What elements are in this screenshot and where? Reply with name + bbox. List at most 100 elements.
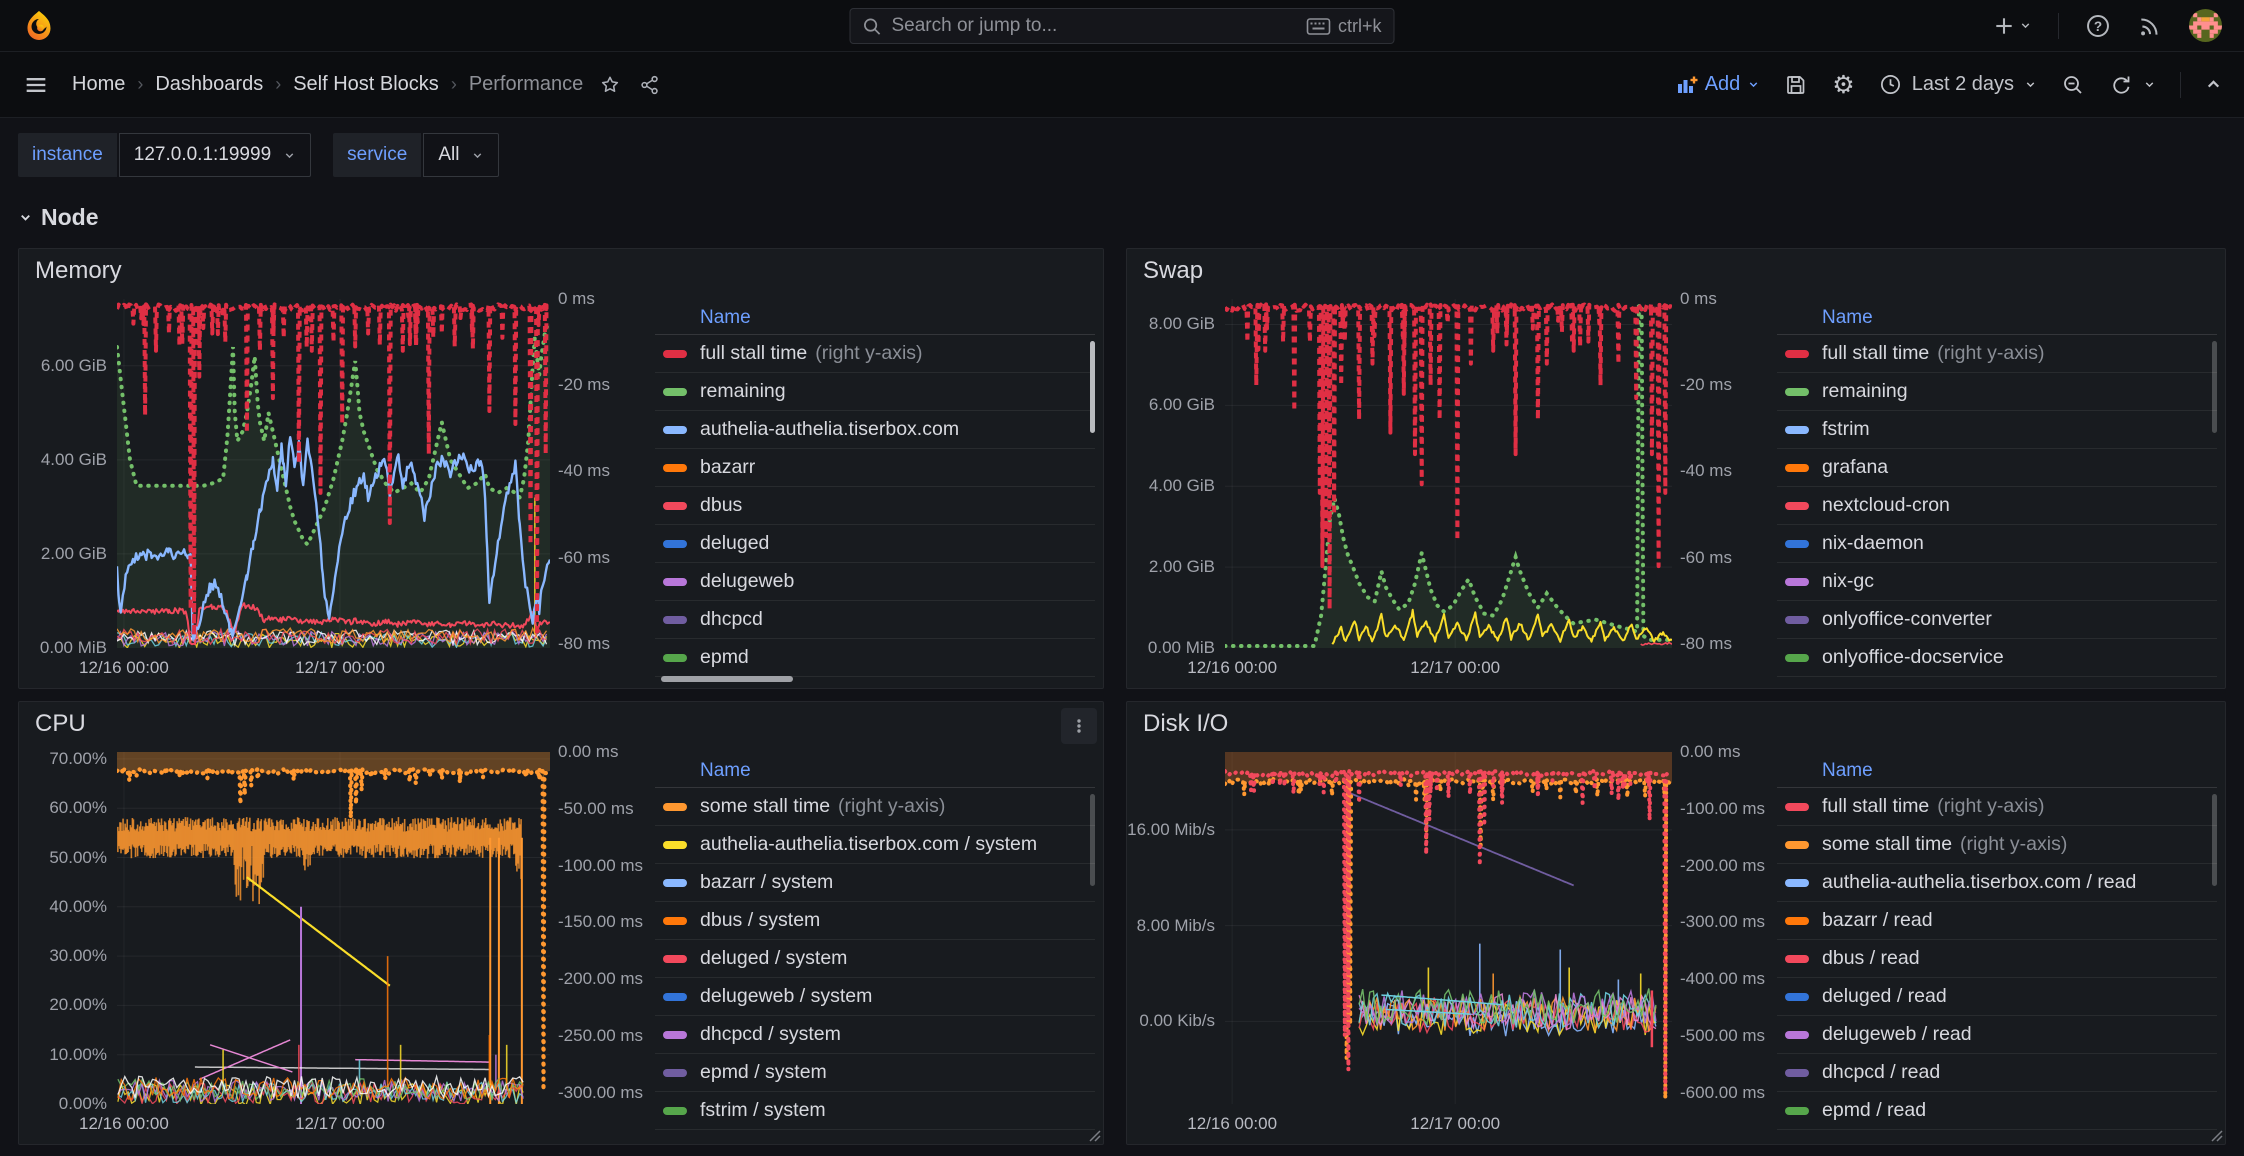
series-color-swatch — [663, 917, 687, 925]
series-color-swatch — [663, 654, 687, 662]
news-button[interactable] — [2137, 13, 2163, 39]
legend-item[interactable]: dhcpcd — [655, 601, 1095, 639]
legend-item[interactable]: fstrim / read — [1777, 1130, 2217, 1140]
avatar[interactable] — [2189, 9, 2222, 42]
legend-item[interactable]: deluged / system — [655, 940, 1095, 978]
legend-item[interactable]: onlyoffice-converter — [1777, 601, 2217, 639]
legend-item[interactable]: nix-daemon — [1777, 525, 2217, 563]
legend-header: Name — [655, 754, 1095, 788]
chart-plot[interactable] — [117, 299, 550, 648]
y-axis-tick-right: -80 ms — [1680, 634, 1732, 654]
legend-item[interactable]: fstrim — [1777, 411, 2217, 449]
variable-select-instance[interactable]: 127.0.0.1:19999 — [119, 133, 311, 177]
timeseries-svg — [117, 299, 550, 648]
panel-title[interactable]: Memory — [35, 257, 122, 285]
y-axis-tick-left: 6.00 GiB — [41, 356, 107, 376]
legend-item[interactable]: delugeweb / read — [1777, 1016, 2217, 1054]
legend-item[interactable]: nix-gc — [1777, 563, 2217, 601]
legend-item[interactable]: full stall time(right y-axis) — [1777, 788, 2217, 826]
legend-item[interactable]: bazarr / read — [1777, 902, 2217, 940]
search-input[interactable]: Search or jump to... ctrl+k — [850, 8, 1395, 44]
legend-item[interactable]: authelia-authelia.tiserbox.com / read — [1777, 864, 2217, 902]
legend-item[interactable]: grafana / system — [655, 1130, 1095, 1140]
legend-scrollbar[interactable] — [2212, 794, 2217, 886]
chevron-down-icon — [283, 149, 296, 162]
refresh-button[interactable] — [2109, 73, 2133, 97]
legend-item[interactable]: authelia-authelia.tiserbox.com — [655, 411, 1095, 449]
help-button[interactable]: ? — [2085, 13, 2111, 39]
legend-item[interactable]: dbus / read — [1777, 940, 2217, 978]
legend-scrollbar[interactable] — [1090, 794, 1095, 886]
legend-item[interactable]: delugeweb / system — [655, 978, 1095, 1016]
legend-scrollbar[interactable] — [2212, 341, 2217, 433]
legend-name-column[interactable]: Name — [700, 760, 751, 782]
panel-header: Memory — [19, 249, 1103, 293]
zoom-out-button[interactable] — [2061, 73, 2085, 97]
legend-item[interactable]: dbus / system — [655, 902, 1095, 940]
y-axis-tick-right: -20 ms — [558, 375, 610, 395]
panel-resize-handle[interactable] — [1088, 1129, 1101, 1142]
y-axis-tick-right: -300.00 ms — [558, 1083, 643, 1103]
grafana-logo[interactable] — [22, 9, 56, 43]
breadcrumb-folder[interactable]: Self Host Blocks — [293, 73, 439, 96]
legend-item[interactable]: deluged — [655, 525, 1095, 563]
series-name: full stall time — [700, 342, 807, 365]
legend-name-column[interactable]: Name — [1822, 307, 1873, 329]
series-name: dbus — [700, 494, 742, 517]
refresh-interval-button[interactable] — [2143, 78, 2156, 91]
legend-item[interactable]: bazarr / system — [655, 864, 1095, 902]
y-axis-tick-left: 8.00 Mib/s — [1137, 916, 1215, 936]
legend-item[interactable]: dhcpcd / read — [1777, 1054, 2217, 1092]
legend-item[interactable]: full stall time(right y-axis) — [655, 335, 1095, 373]
save-dashboard-button[interactable] — [1784, 73, 1808, 97]
new-menu-button[interactable] — [1993, 15, 2032, 37]
legend-item[interactable]: grafana — [1777, 449, 2217, 487]
legend-name-column[interactable]: Name — [700, 307, 751, 329]
legend-h-scrollbar[interactable] — [661, 676, 793, 682]
panel-title[interactable]: Swap — [1143, 257, 1203, 285]
legend-name-column[interactable]: Name — [1822, 760, 1873, 782]
section-title: Node — [41, 204, 99, 231]
legend-item[interactable]: deluged / read — [1777, 978, 2217, 1016]
panel-menu-button[interactable] — [1061, 708, 1097, 744]
legend-item[interactable]: remaining — [655, 373, 1095, 411]
variable-select-service[interactable]: All — [423, 133, 499, 177]
legend-item[interactable]: delugeweb — [655, 563, 1095, 601]
mega-menu-toggle[interactable] — [22, 71, 50, 99]
legend-item[interactable]: epmd — [655, 639, 1095, 677]
chart-plot[interactable] — [1225, 752, 1672, 1104]
add-panel-button[interactable]: Add — [1676, 73, 1761, 96]
legend-scrollbar[interactable] — [1090, 341, 1095, 433]
time-range-picker[interactable]: Last 2 days — [1879, 73, 2037, 96]
legend-item[interactable]: dhcpcd / system — [655, 1016, 1095, 1054]
legend: Name full stall time(right y-axis)remaini… — [1777, 301, 2217, 684]
breadcrumb-home[interactable]: Home — [72, 73, 125, 96]
legend-item[interactable]: fstrim / system — [655, 1092, 1095, 1130]
series-name: full stall time — [1822, 795, 1929, 818]
share-button[interactable] — [639, 74, 661, 96]
legend-item[interactable]: epmd / system — [655, 1054, 1095, 1092]
dashboard-settings-button[interactable]: ⚙ — [1832, 72, 1854, 98]
panel-title[interactable]: CPU — [35, 710, 86, 738]
y-axis-left: 16.00 Mib/s8.00 Mib/s0.00 Kib/s — [1137, 752, 1225, 1104]
legend-item[interactable]: bazarr — [655, 449, 1095, 487]
legend-item[interactable]: onlyoffice-docservice — [1777, 639, 2217, 677]
legend-item[interactable]: some stall time(right y-axis) — [1777, 826, 2217, 864]
legend-item[interactable]: epmd / read — [1777, 1092, 2217, 1130]
panel-title[interactable]: Disk I/O — [1143, 710, 1228, 738]
legend-item[interactable]: some stall time(right y-axis) — [655, 788, 1095, 826]
favorite-button[interactable] — [599, 74, 621, 96]
legend-item[interactable]: authelia-authelia.tiserbox.com / system — [655, 826, 1095, 864]
legend-item[interactable]: remaining — [1777, 373, 2217, 411]
legend-item[interactable]: dbus — [655, 487, 1095, 525]
legend-item[interactable]: nextcloud-cron — [1777, 487, 2217, 525]
breadcrumb-dashboards[interactable]: Dashboards — [155, 73, 263, 96]
legend-item[interactable]: full stall time(right y-axis) — [1777, 335, 2217, 373]
panel-resize-handle[interactable] — [2210, 1129, 2223, 1142]
chart-plot[interactable] — [117, 752, 550, 1104]
y-axis-right: 0.00 ms-100.00 ms-200.00 ms-300.00 ms-40… — [1672, 752, 1770, 1104]
chart-plot[interactable] — [1225, 299, 1672, 648]
legend-item[interactable]: postgresql — [1777, 677, 2217, 684]
section-node-toggle[interactable]: Node — [18, 200, 2226, 234]
collapse-toolbar-button[interactable] — [2205, 76, 2222, 93]
